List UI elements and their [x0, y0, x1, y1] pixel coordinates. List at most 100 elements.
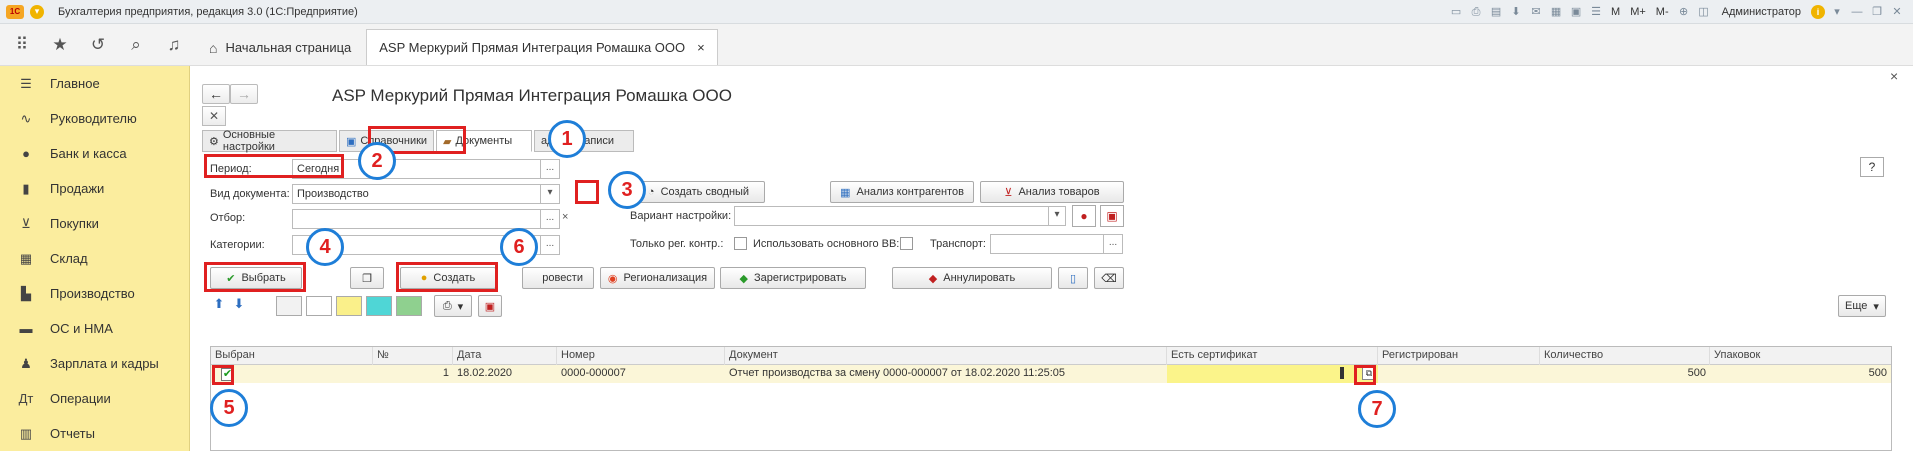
register-button[interactable]: ◆ Зарегистрировать	[720, 267, 866, 289]
panels-icon[interactable]: ◫	[1696, 5, 1712, 19]
filter-field[interactable]	[292, 209, 541, 229]
tab-asp-mercury[interactable]: ASP Меркурий Прямая Интеграция Ромашка О…	[366, 29, 718, 65]
title-bar: 1С ▾ Бухгалтерия предприятия, редакция 3…	[0, 0, 1913, 24]
color-yellow-button[interactable]	[336, 296, 362, 316]
copy-icon[interactable]: ▭	[1448, 5, 1464, 19]
dropdown-icon[interactable]: ▾	[1829, 5, 1845, 19]
reg-only-checkbox[interactable]	[734, 237, 747, 250]
variant-save-icon[interactable]: ▣	[1100, 205, 1124, 227]
column-header[interactable]: Номер	[557, 347, 725, 365]
categories-select-button[interactable]: ...	[540, 235, 560, 255]
period-select-button[interactable]: ...	[540, 159, 560, 179]
documents-table: Выбран № Дата Номер Документ Есть сертиф…	[210, 346, 1892, 451]
memory-minus-button[interactable]: M-	[1653, 6, 1672, 18]
sidebar-item-assets[interactable]: ▬ ОС и НМА	[0, 311, 189, 346]
email-icon[interactable]: ✉	[1528, 5, 1544, 19]
form-close-icon[interactable]: ×	[1890, 68, 1898, 84]
memory-button[interactable]: M	[1608, 6, 1623, 18]
selected-cell[interactable]: ✔	[211, 365, 373, 383]
copy-button[interactable]: ❐	[350, 267, 384, 289]
tools-icon[interactable]: ✕	[202, 106, 226, 126]
sidebar-item-operations[interactable]: Дт Операции	[0, 381, 189, 416]
color-white-button[interactable]	[306, 296, 332, 316]
column-header[interactable]: Документ	[725, 347, 1167, 365]
list-icon[interactable]: ☰	[1588, 5, 1604, 19]
sidebar-item-director[interactable]: ∿ Руководителю	[0, 101, 189, 136]
sidebar-item-production[interactable]: ▙ Производство	[0, 276, 189, 311]
filter-clear-icon[interactable]: ×	[562, 211, 568, 223]
analyze-goods-button[interactable]: ⊻ Анализ товаров	[980, 181, 1124, 203]
window-close-icon[interactable]: ✕	[1889, 5, 1905, 19]
print-icon[interactable]: ⎙	[1468, 5, 1484, 19]
print-menu-button[interactable]: ⎙ ▾	[434, 295, 472, 317]
transport-field[interactable]	[990, 234, 1104, 254]
sidebar-item-reports[interactable]: ▥ Отчеты	[0, 416, 189, 451]
column-header[interactable]: Выбран	[211, 347, 373, 365]
memory-plus-button[interactable]: M+	[1627, 6, 1649, 18]
color-gray-button[interactable]	[276, 296, 302, 316]
bag-icon: ▮	[22, 180, 30, 196]
table-header: Выбран № Дата Номер Документ Есть сертиф…	[211, 347, 1891, 365]
save-icon[interactable]: ⬇	[1508, 5, 1524, 19]
sidebar-item-main[interactable]: ☰ Главное	[0, 66, 189, 101]
column-header[interactable]: Количество	[1540, 347, 1710, 365]
tab-home[interactable]: ⌂ Начальная страница	[196, 29, 364, 65]
printer-icon: ⎙	[442, 299, 452, 312]
regionalize-button[interactable]: ◉ Регионализация	[600, 267, 715, 289]
move-down-icon[interactable]: ⬇	[230, 296, 248, 314]
create-summary-button[interactable]: ◔ Создать сводный	[632, 181, 765, 203]
color-green-button[interactable]	[396, 296, 422, 316]
notifications-bell-icon[interactable]: ♫	[164, 35, 184, 55]
info-icon[interactable]: i	[1811, 5, 1825, 19]
sidebar-item-sales[interactable]: ▮ Продажи	[0, 171, 189, 206]
doctype-dropdown-button[interactable]: ▾	[540, 184, 560, 204]
post-button[interactable]: ровести	[522, 267, 594, 289]
minimize-icon[interactable]: —	[1849, 5, 1865, 19]
main-menu-icon[interactable]: ▾	[30, 4, 44, 19]
history-icon[interactable]: ↺	[88, 35, 108, 55]
column-header[interactable]: Дата	[453, 347, 557, 365]
sidebar-item-salary[interactable]: ♟ Зарплата и кадры	[0, 346, 189, 381]
favorites-star-icon[interactable]: ★	[50, 35, 70, 55]
delete-button[interactable]: ▯	[1058, 267, 1088, 289]
sidebar-item-warehouse[interactable]: ▦ Склад	[0, 241, 189, 276]
filter-select-button[interactable]: ...	[540, 209, 560, 229]
preview-icon[interactable]: ▤	[1488, 5, 1504, 19]
variant-dropdown-button[interactable]: ▾	[1048, 206, 1066, 226]
doctype-field[interactable]: Производство	[292, 184, 541, 204]
user-name[interactable]: Администратор	[1716, 6, 1807, 18]
maximize-icon[interactable]: ❐	[1869, 5, 1885, 19]
back-button[interactable]: ←	[202, 84, 230, 104]
move-up-icon[interactable]: ⬆	[210, 296, 228, 314]
column-header[interactable]: Есть сертификат	[1167, 347, 1378, 365]
clear-button[interactable]: ⌫	[1094, 267, 1124, 289]
table-row[interactable]: ✔ 1 18.02.2020 0000-000007 Отчет произво…	[211, 365, 1891, 383]
annul-button[interactable]: ◆ Аннулировать	[892, 267, 1052, 289]
use-main-vv-checkbox[interactable]	[900, 237, 913, 250]
spreadsheet-icon[interactable]: ▦	[1548, 5, 1564, 19]
qty-cell: 500	[1687, 367, 1706, 379]
tab-main-settings[interactable]: ⚙ Основные настройки	[202, 129, 337, 153]
transport-select-button[interactable]: ...	[1103, 234, 1123, 254]
search-icon[interactable]: ⌕	[126, 35, 146, 55]
column-header[interactable]: Регистрирован	[1378, 347, 1540, 365]
sections-grid-icon[interactable]: ⠿	[12, 35, 32, 55]
column-header[interactable]: Упаковок	[1710, 347, 1891, 365]
help-button[interactable]: ?	[1860, 157, 1884, 177]
tab-close-icon[interactable]: ×	[697, 40, 705, 55]
cart-icon: ⊻	[21, 215, 31, 231]
sidebar-item-bank[interactable]: ● Банк и касса	[0, 136, 189, 171]
forward-button[interactable]: →	[230, 84, 258, 104]
analyze-contractors-button[interactable]: ▦ Анализ контрагентов	[830, 181, 974, 203]
column-header[interactable]: №	[373, 347, 453, 365]
more-button[interactable]: Еще ▾	[1838, 295, 1886, 317]
color-cyan-button[interactable]	[366, 296, 392, 316]
date-cell: 18.02.2020	[457, 367, 513, 379]
attach-button[interactable]: ▣	[478, 295, 502, 317]
variant-load-icon[interactable]: ●	[1072, 205, 1096, 227]
zoom-icon[interactable]: ⊕	[1676, 5, 1692, 19]
calendar-icon[interactable]: ▣	[1568, 5, 1584, 19]
cert-cell[interactable]: ⧉	[1167, 365, 1378, 383]
sidebar-item-purchases[interactable]: ⊻ Покупки	[0, 206, 189, 241]
variant-field[interactable]	[734, 206, 1049, 226]
